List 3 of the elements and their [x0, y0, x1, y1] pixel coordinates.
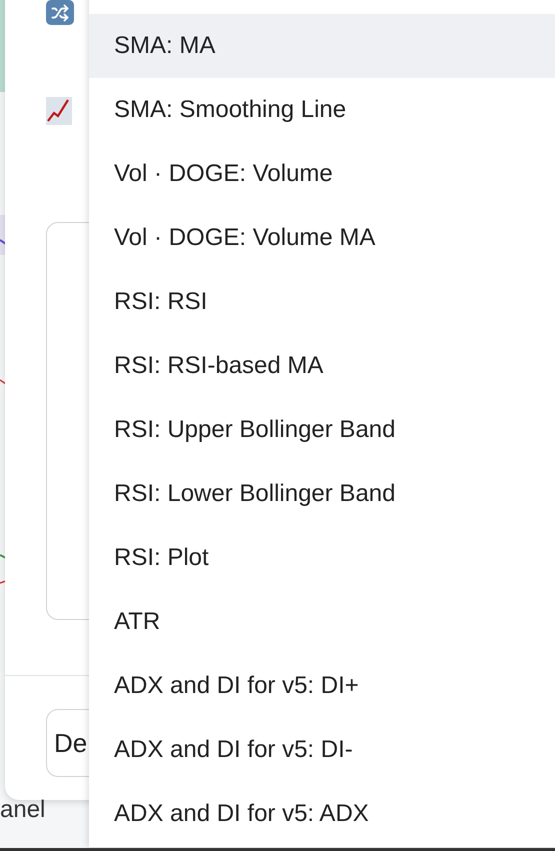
footer-text: anel — [0, 796, 46, 824]
chart-icon — [46, 97, 72, 125]
menu-item[interactable]: SMA: MA — [89, 14, 555, 78]
